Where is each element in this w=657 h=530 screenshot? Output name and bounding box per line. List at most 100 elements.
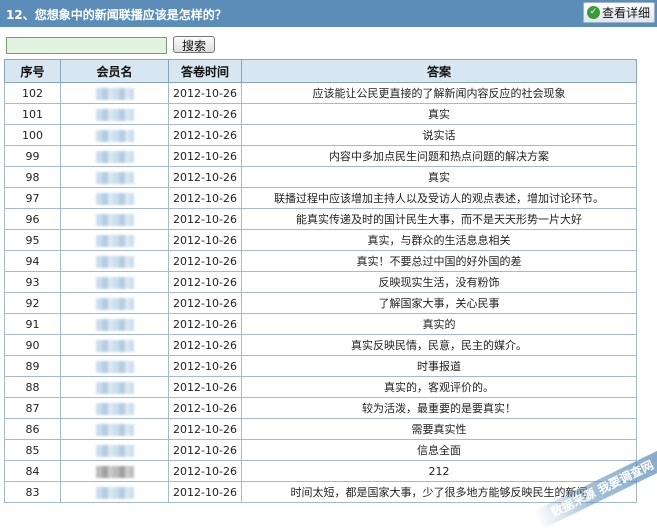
table-row: 95 2012-10-26 真实，与群众的生活息息相关 xyxy=(4,229,637,251)
member-name-redacted xyxy=(95,87,134,100)
member-name-redacted xyxy=(95,129,134,142)
table-row: 102 2012-10-26 应该能让公民更直接的了解新闻内容反应的社会现象 xyxy=(4,82,637,104)
cell-time: 2012-10-26 xyxy=(168,376,242,398)
cell-member xyxy=(60,145,169,167)
cell-time: 2012-10-26 xyxy=(168,145,242,167)
cell-time: 2012-10-26 xyxy=(168,271,242,293)
column-header-time: 答卷时间 xyxy=(168,59,242,83)
view-details-label: 查看详细 xyxy=(602,6,651,20)
table-row: 97 2012-10-26 联播过程中应该增加主持人以及受访人的观点表述，增加讨论环… xyxy=(4,187,637,209)
view-icon: ✓ xyxy=(587,6,600,19)
cell-member xyxy=(60,376,169,398)
table-row: 92 2012-10-26 了解国家大事，关心民事 xyxy=(4,292,637,314)
cell-time: 2012-10-26 xyxy=(168,418,242,440)
cell-id: 87 xyxy=(4,397,61,419)
cell-time: 2012-10-26 xyxy=(168,82,242,104)
member-name-redacted xyxy=(95,423,134,436)
table-row: 101 2012-10-26 真实 xyxy=(4,103,637,125)
cell-id: 94 xyxy=(4,250,61,272)
cell-answer: 真实！不要总过中国的好外国的差 xyxy=(241,250,637,272)
member-name-redacted xyxy=(95,192,134,205)
cell-member xyxy=(60,208,169,230)
cell-answer: 反映现实生活，没有粉饰 xyxy=(241,271,637,293)
cell-member xyxy=(60,103,169,125)
cell-id: 98 xyxy=(4,166,61,188)
table-row: 83 2012-10-26 时间太短，都是国家大事，少了很多地方能够反映民生的新闻 xyxy=(4,481,637,503)
question-title: 12、您想象中的新闻联播应该是怎样的？ xyxy=(6,8,227,22)
cell-time: 2012-10-26 xyxy=(168,481,242,503)
cell-member xyxy=(60,397,169,419)
table-row: 98 2012-10-26 真实 xyxy=(4,166,637,188)
cell-id: 99 xyxy=(4,145,61,167)
cell-answer: 内容中多加点民生问题和热点问题的解决方案 xyxy=(241,145,637,167)
cell-member xyxy=(60,313,169,335)
cell-time: 2012-10-26 xyxy=(168,460,242,482)
search-input[interactable] xyxy=(6,37,167,54)
question-header: 12、您想象中的新闻联播应该是怎样的？ ✓ 查看详细 xyxy=(0,0,657,27)
member-name-redacted xyxy=(95,171,134,184)
search-button[interactable]: 搜索 xyxy=(173,36,215,53)
cell-answer: 时事报道 xyxy=(241,355,637,377)
cell-id: 90 xyxy=(4,334,61,356)
cell-time: 2012-10-26 xyxy=(168,334,242,356)
cell-time: 2012-10-26 xyxy=(168,313,242,335)
member-name-redacted xyxy=(95,465,134,478)
cell-member xyxy=(60,460,169,482)
cell-answer: 真实反映民情，民意，民主的媒介。 xyxy=(241,334,637,356)
cell-time: 2012-10-26 xyxy=(168,229,242,251)
cell-member xyxy=(60,187,169,209)
cell-id: 96 xyxy=(4,208,61,230)
answers-table: 序号 会员名 答卷时间 答案 102 2012-10-26 应该能让公民更直接的了解… xyxy=(4,59,637,503)
cell-answer: 能真实传递及时的国计民生大事，而不是天天形势一片大好 xyxy=(241,208,637,230)
cell-member xyxy=(60,166,169,188)
cell-time: 2012-10-26 xyxy=(168,208,242,230)
column-header-answer: 答案 xyxy=(241,59,637,83)
cell-member xyxy=(60,334,169,356)
table-row: 87 2012-10-26 较为活泼，最重要的是要真实！ xyxy=(4,397,637,419)
cell-member xyxy=(60,229,169,251)
cell-id: 89 xyxy=(4,355,61,377)
cell-member xyxy=(60,355,169,377)
table-header-row: 序号 会员名 答卷时间 答案 xyxy=(4,59,637,83)
cell-time: 2012-10-26 xyxy=(168,103,242,125)
member-name-redacted xyxy=(95,255,134,268)
member-name-redacted xyxy=(95,213,134,226)
cell-id: 84 xyxy=(4,460,61,482)
table-body: 102 2012-10-26 应该能让公民更直接的了解新闻内容反应的社会现象 101 2… xyxy=(4,82,637,503)
cell-member xyxy=(60,271,169,293)
cell-answer: 了解国家大事，关心民事 xyxy=(241,292,637,314)
cell-answer: 真实的 xyxy=(241,313,637,335)
cell-member xyxy=(60,292,169,314)
member-name-redacted xyxy=(95,276,134,289)
cell-answer: 真实的，客观评价的。 xyxy=(241,376,637,398)
cell-id: 97 xyxy=(4,187,61,209)
table-row: 86 2012-10-26 需要真实性 xyxy=(4,418,637,440)
cell-answer: 需要真实性 xyxy=(241,418,637,440)
member-name-redacted xyxy=(95,108,134,121)
cell-time: 2012-10-26 xyxy=(168,397,242,419)
cell-answer: 应该能让公民更直接的了解新闻内容反应的社会现象 xyxy=(241,82,637,104)
cell-id: 88 xyxy=(4,376,61,398)
table-row: 84 2012-10-26 212 xyxy=(4,460,637,482)
table-row: 85 2012-10-26 信息全面 xyxy=(4,439,637,461)
cell-member xyxy=(60,124,169,146)
cell-answer: 真实 xyxy=(241,103,637,125)
table-row: 99 2012-10-26 内容中多加点民生问题和热点问题的解决方案 xyxy=(4,145,637,167)
member-name-redacted xyxy=(95,444,134,457)
column-header-id: 序号 xyxy=(4,59,61,83)
view-details-button[interactable]: ✓ 查看详细 xyxy=(583,2,655,23)
table-row: 94 2012-10-26 真实！不要总过中国的好外国的差 xyxy=(4,250,637,272)
cell-time: 2012-10-26 xyxy=(168,124,242,146)
table-row: 90 2012-10-26 真实反映民情，民意，民主的媒介。 xyxy=(4,334,637,356)
table-row: 91 2012-10-26 真实的 xyxy=(4,313,637,335)
cell-id: 86 xyxy=(4,418,61,440)
member-name-redacted xyxy=(95,402,134,415)
cell-time: 2012-10-26 xyxy=(168,187,242,209)
cell-answer: 真实，与群众的生活息息相关 xyxy=(241,229,637,251)
cell-id: 92 xyxy=(4,292,61,314)
cell-time: 2012-10-26 xyxy=(168,439,242,461)
member-name-redacted xyxy=(95,318,134,331)
member-name-redacted xyxy=(95,486,134,499)
cell-answer: 联播过程中应该增加主持人以及受访人的观点表述，增加讨论环节。 xyxy=(241,187,637,209)
cell-member xyxy=(60,439,169,461)
